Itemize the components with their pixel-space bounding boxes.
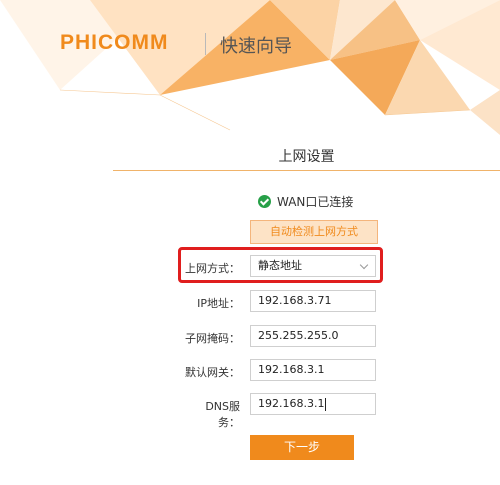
chevron-down-icon xyxy=(359,260,369,270)
ip-label: IP地址： xyxy=(197,297,240,310)
dns-value: 192.168.3.1 xyxy=(258,397,325,410)
wizard-title: 快速向导 xyxy=(220,36,292,57)
text-cursor xyxy=(325,397,327,411)
section-divider xyxy=(113,170,500,171)
header-divider xyxy=(205,33,206,55)
connection-type-value: 静态地址 xyxy=(258,259,302,272)
gateway-label: 默认网关： xyxy=(185,366,240,379)
phicomm-logo: PHICOMM xyxy=(60,31,169,54)
subnet-label: 子网掩码： xyxy=(185,332,240,345)
wan-status: WAN口已连接 xyxy=(258,193,353,210)
connection-type-label: 上网方式： xyxy=(185,262,240,275)
subnet-value: 255.255.255.0 xyxy=(258,329,339,342)
subnet-input[interactable]: 255.255.255.0 xyxy=(250,325,376,347)
wizard-page: PHICOMM 快速向导 上网设置 WAN口已连接 自动检测上网方式 上网方式：… xyxy=(0,0,500,485)
check-circle-icon xyxy=(258,195,271,208)
connection-type-select[interactable]: 静态地址 xyxy=(250,255,376,277)
dns-input[interactable]: 192.168.3.1 xyxy=(250,393,376,415)
decorative-banner xyxy=(0,0,500,135)
dns-label: DNS服务： xyxy=(205,400,240,429)
gateway-input[interactable]: 192.168.3.1 xyxy=(250,359,376,381)
ip-input[interactable]: 192.168.3.71 xyxy=(250,290,376,312)
auto-detect-button[interactable]: 自动检测上网方式 xyxy=(250,220,378,244)
ip-value: 192.168.3.71 xyxy=(258,294,332,307)
wan-status-text: WAN口已连接 xyxy=(277,195,354,209)
section-title: 上网设置 xyxy=(278,149,335,165)
gateway-value: 192.168.3.1 xyxy=(258,363,325,376)
next-button[interactable]: 下一步 xyxy=(250,435,354,460)
